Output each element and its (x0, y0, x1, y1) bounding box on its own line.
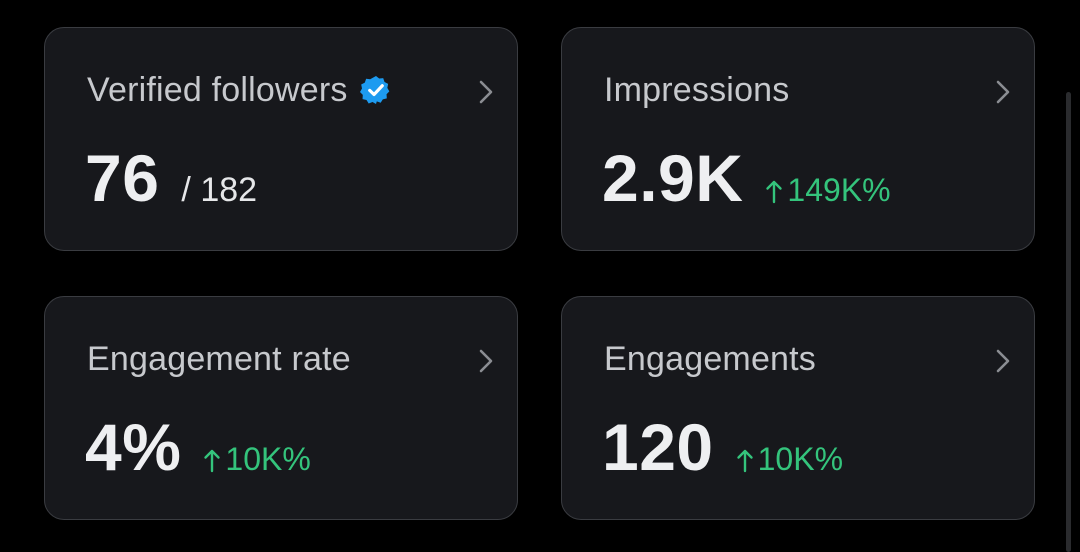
impressions-card[interactable]: Impressions 2.9K 149K% (561, 27, 1035, 251)
verified-followers-label: Verified followers (87, 70, 348, 109)
chevron-right-icon (479, 349, 493, 373)
engagements-metric: 120 10K% (602, 409, 843, 489)
arrow-up-icon (736, 449, 753, 473)
card-title-engagements: Engagements (604, 339, 816, 379)
arrow-up-icon (766, 180, 783, 204)
arrow-up-icon (204, 449, 221, 473)
card-title-verified-followers: Verified followers (87, 70, 392, 110)
verified-followers-value: 76 (85, 141, 160, 215)
analytics-overview: Verified followers 76 / 182 Impressions … (0, 0, 1080, 552)
card-title-engagement-rate: Engagement rate (87, 339, 351, 379)
chevron-right-icon (479, 80, 493, 104)
impressions-metric: 2.9K 149K% (602, 140, 891, 220)
engagement-rate-change: 10K% (203, 441, 311, 478)
chevron-right-icon (996, 349, 1010, 373)
impressions-change-value: 149K% (787, 172, 891, 208)
total-followers-value: / 182 (181, 171, 258, 209)
verified-followers-metric: 76 / 182 (85, 140, 257, 220)
engagement-rate-change-value: 10K% (225, 441, 311, 477)
chevron-right-icon (996, 80, 1010, 104)
card-title-impressions: Impressions (604, 70, 789, 110)
impressions-label: Impressions (604, 70, 790, 109)
engagements-change: 10K% (736, 441, 843, 478)
impressions-value: 2.9K (602, 141, 744, 215)
engagements-card[interactable]: Engagements 120 10K% (561, 296, 1035, 520)
engagement-rate-metric: 4% 10K% (85, 409, 311, 489)
engagements-label: Engagements (604, 339, 817, 378)
engagement-rate-card[interactable]: Engagement rate 4% 10K% (44, 296, 518, 520)
scrollbar[interactable] (1066, 92, 1071, 552)
verified-followers-card[interactable]: Verified followers 76 / 182 (44, 27, 518, 251)
engagement-rate-value: 4% (85, 410, 182, 484)
engagements-value: 120 (602, 410, 714, 484)
impressions-change: 149K% (765, 172, 891, 209)
engagements-change-value: 10K% (757, 441, 844, 477)
verified-badge-icon (359, 76, 389, 104)
engagement-rate-label: Engagement rate (87, 339, 351, 378)
